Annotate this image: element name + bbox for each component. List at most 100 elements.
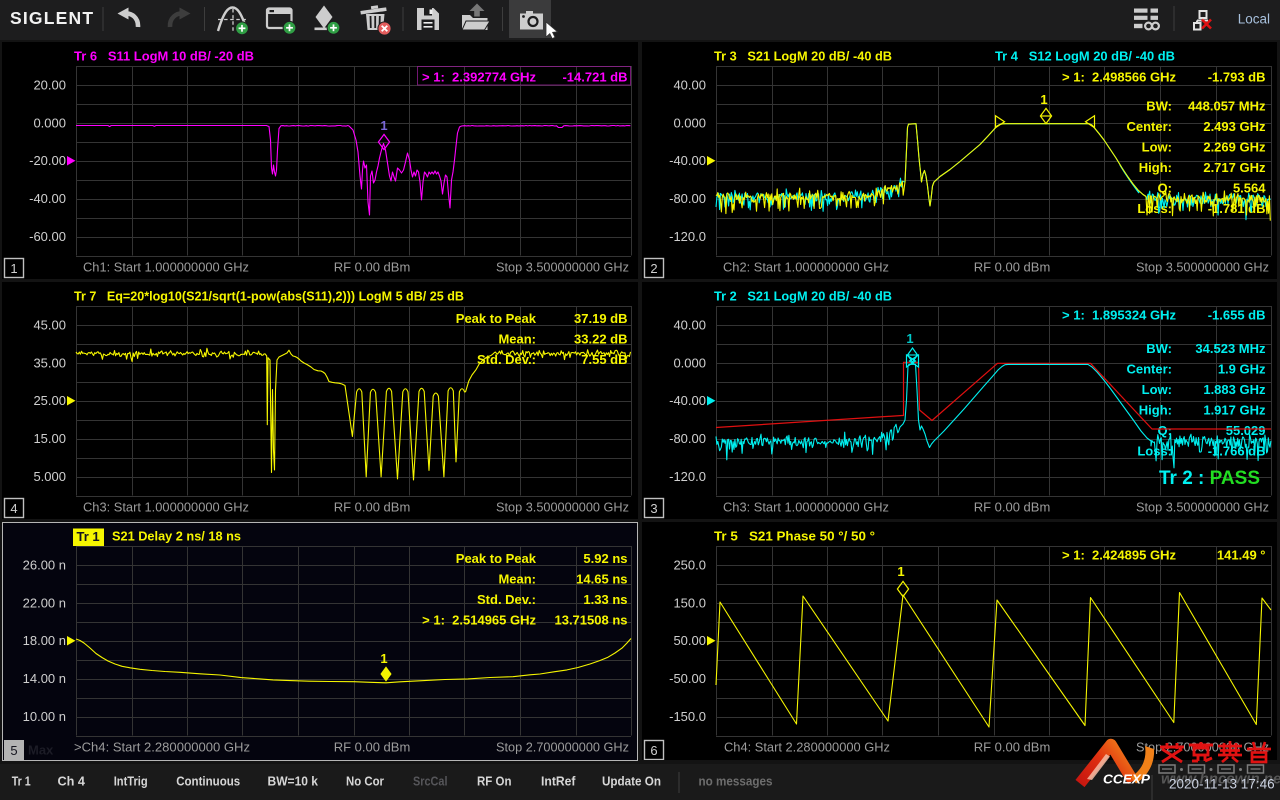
svg-text:20.00: 20.00 <box>33 78 66 93</box>
svg-text:4: 4 <box>10 501 17 516</box>
svg-text:Local: Local <box>1238 12 1270 27</box>
svg-text:2.717 GHz: 2.717 GHz <box>1203 160 1266 175</box>
svg-text:2020-11-13 17:46: 2020-11-13 17:46 <box>1169 777 1275 792</box>
svg-text:1: 1 <box>897 564 904 579</box>
svg-text:26.00 n: 26.00 n <box>23 558 66 573</box>
svg-text:RF 0.00 dBm: RF 0.00 dBm <box>974 740 1051 755</box>
svg-text:> 1: 2.424895 GHz: > 1: 2.424895 GHz <box>1062 548 1176 563</box>
svg-text:1.9 GHz: 1.9 GHz <box>1218 362 1266 377</box>
svg-text:Tr 1: Tr 1 <box>12 775 31 789</box>
svg-text:Low:: Low: <box>1142 382 1172 397</box>
svg-text:Ch3: Start 1.000000000 GHz: Ch3: Start 1.000000000 GHz <box>83 500 249 515</box>
svg-text:> 1: 2.392774 GHz: > 1: 2.392774 GHz <box>422 70 536 85</box>
svg-text:13.71508 ns: 13.71508 ns <box>554 613 627 628</box>
svg-text:Low:: Low: <box>1142 140 1172 155</box>
svg-text:50.00: 50.00 <box>673 633 706 648</box>
svg-text:37.19 dB: 37.19 dB <box>574 311 627 326</box>
svg-text:>Ch4: Start 2.280000000 GHz: >Ch4: Start 2.280000000 GHz <box>74 740 250 755</box>
svg-text:-40.00: -40.00 <box>29 191 66 206</box>
svg-text:Ch2: Start 1.000000000 GHz: Ch2: Start 1.000000000 GHz <box>723 260 889 275</box>
svg-text:3: 3 <box>650 501 657 516</box>
svg-text:6: 6 <box>650 743 657 758</box>
svg-text:2.269 GHz: 2.269 GHz <box>1203 140 1266 155</box>
svg-text:Tr 2 : PASS: Tr 2 : PASS <box>1159 468 1260 489</box>
svg-text:CCEXP: CCEXP <box>1103 773 1151 787</box>
svg-text:Tr 1: Tr 1 <box>77 529 100 544</box>
svg-text:-60.00: -60.00 <box>29 229 66 244</box>
svg-text:High:: High: <box>1139 403 1172 418</box>
svg-text:10.00 n: 10.00 n <box>23 709 66 724</box>
svg-text:1.33 ns: 1.33 ns <box>583 592 627 607</box>
svg-text:no messages: no messages <box>699 775 773 789</box>
svg-text:-40.00: -40.00 <box>669 393 706 408</box>
svg-text:2: 2 <box>650 261 657 276</box>
svg-text:Update On: Update On <box>602 775 661 789</box>
svg-text:18.00 n: 18.00 n <box>23 633 66 648</box>
svg-text:15.00: 15.00 <box>33 431 66 446</box>
svg-text:Tr 5 S21 Phase 50 °/ 50 °: Tr 5 S21 Phase 50 °/ 50 ° <box>714 529 875 544</box>
svg-text:Tr 4 S12 LogM 20 dB/ -40 dB: Tr 4 S12 LogM 20 dB/ -40 dB <box>995 49 1175 64</box>
svg-text:Tr 7 Eq=20*log10(S21/sqrt(1-: Tr 7 Eq=20*log10(S21/sqrt(1-pow(abs(S11)… <box>74 289 464 304</box>
svg-text:No Cor: No Cor <box>346 775 384 789</box>
svg-text:40.00: 40.00 <box>673 78 706 93</box>
svg-text:Stop 3.500000000 GHz: Stop 3.500000000 GHz <box>1136 260 1269 275</box>
svg-text:Ch4: Start 2.280000000 GHz: Ch4: Start 2.280000000 GHz <box>724 740 890 755</box>
svg-text:1.917 GHz: 1.917 GHz <box>1203 403 1266 418</box>
svg-text:34.523 MHz: 34.523 MHz <box>1195 341 1266 356</box>
svg-text:Ch 4: Ch 4 <box>58 775 86 789</box>
svg-text:BW:: BW: <box>1146 341 1172 356</box>
svg-text:1: 1 <box>10 261 17 276</box>
svg-text:> 1: 2.498566 GHz: > 1: 2.498566 GHz <box>1062 70 1176 85</box>
svg-text:SrcCal: SrcCal <box>413 775 448 789</box>
svg-text:RF On: RF On <box>477 775 512 789</box>
svg-text:Loss:: Loss: <box>1137 201 1172 216</box>
svg-text:250.0: 250.0 <box>673 558 706 573</box>
svg-text:> 1: 1.895324 GHz: > 1: 1.895324 GHz <box>1062 308 1176 323</box>
svg-text:BW=10 k: BW=10 k <box>268 775 319 789</box>
svg-text:0.000: 0.000 <box>33 115 66 130</box>
svg-text:0.000: 0.000 <box>673 355 706 370</box>
svg-text:S21 Delay 2 ns/ 18 ns: S21 Delay 2 ns/ 18 ns <box>112 529 241 544</box>
svg-text:448.057 MHz: 448.057 MHz <box>1188 99 1266 114</box>
svg-text:1: 1 <box>1040 92 1047 107</box>
svg-text:RF 0.00 dBm: RF 0.00 dBm <box>334 740 411 755</box>
svg-text:5: 5 <box>10 743 17 758</box>
svg-text:14.00 n: 14.00 n <box>23 671 66 686</box>
svg-text:150.0: 150.0 <box>673 595 706 610</box>
svg-text:Stop 3.500000000 GHz: Stop 3.500000000 GHz <box>496 500 629 515</box>
svg-text:IntRef: IntRef <box>541 775 576 789</box>
svg-text:-80.00: -80.00 <box>669 431 706 446</box>
svg-text:45.00: 45.00 <box>33 318 66 333</box>
svg-text:RF 0.00 dBm: RF 0.00 dBm <box>974 260 1051 275</box>
svg-text:-1.655 dB: -1.655 dB <box>1208 308 1266 323</box>
svg-text:-1.793 dB: -1.793 dB <box>1208 70 1266 85</box>
svg-text:SIGLENT: SIGLENT <box>10 8 94 28</box>
svg-text:RF 0.00 dBm: RF 0.00 dBm <box>334 500 411 515</box>
svg-text:22.00 n: 22.00 n <box>23 595 66 610</box>
svg-text:Tr 6 S11 LogM 10 dB/ -20 dB: Tr 6 S11 LogM 10 dB/ -20 dB <box>74 49 254 64</box>
svg-text:BW:: BW: <box>1146 99 1172 114</box>
svg-text:-120.0: -120.0 <box>669 229 706 244</box>
svg-text:1: 1 <box>380 651 387 666</box>
svg-text:Mean:: Mean: <box>498 572 536 587</box>
svg-text:0.000: 0.000 <box>673 115 706 130</box>
svg-text:Stop 3.500000000 GHz: Stop 3.500000000 GHz <box>496 260 629 275</box>
svg-text:5.000: 5.000 <box>33 469 66 484</box>
svg-text:RF 0.00 dBm: RF 0.00 dBm <box>334 260 411 275</box>
svg-text:2.493 GHz: 2.493 GHz <box>1203 119 1266 134</box>
svg-text:55.029: 55.029 <box>1226 423 1266 438</box>
svg-text:-80.00: -80.00 <box>669 191 706 206</box>
svg-text:25.00: 25.00 <box>33 393 66 408</box>
svg-text:Center:: Center: <box>1126 119 1172 134</box>
svg-text:-20.00: -20.00 <box>29 153 66 168</box>
svg-text:-150.0: -150.0 <box>669 709 706 724</box>
svg-text:> 1: 2.514965 GHz: > 1: 2.514965 GHz <box>422 613 536 628</box>
svg-text:14.65 ns: 14.65 ns <box>576 572 627 587</box>
svg-text:1: 1 <box>906 331 913 346</box>
svg-text:Max: Max <box>28 743 54 758</box>
svg-text:High:: High: <box>1139 160 1172 175</box>
svg-text:Peak to Peak: Peak to Peak <box>456 551 537 566</box>
svg-text:35.00: 35.00 <box>33 355 66 370</box>
svg-text:Tr 3 S21 LogM 20 dB/ -40 dB: Tr 3 S21 LogM 20 dB/ -40 dB <box>714 49 892 64</box>
svg-text:Continuous: Continuous <box>176 775 240 789</box>
